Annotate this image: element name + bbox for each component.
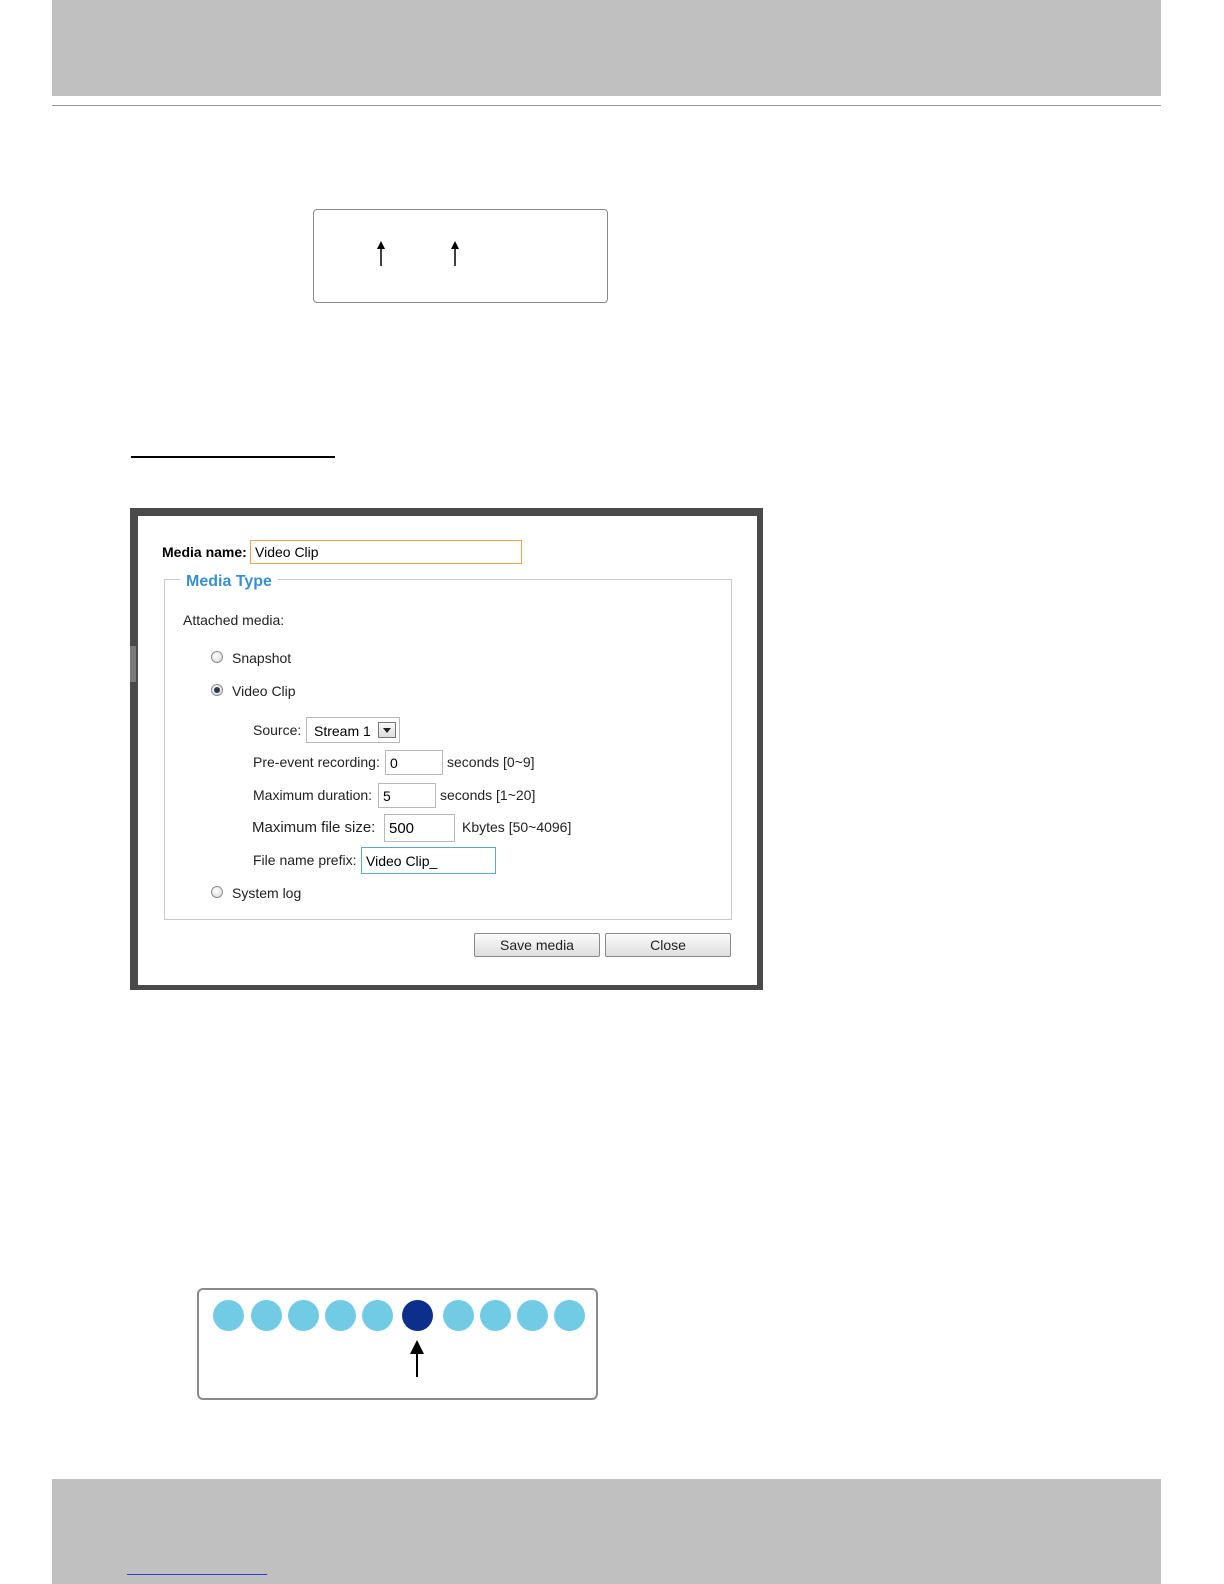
dot [288, 1300, 319, 1331]
max-duration-input[interactable] [378, 783, 436, 808]
max-file-size-unit: Kbytes [50~4096] [462, 819, 572, 835]
source-select-value: Stream 1 [314, 723, 371, 739]
attached-media-label: Attached media: [183, 612, 285, 628]
save-media-button[interactable]: Save media [474, 933, 600, 957]
file-prefix-label: File name prefix: [253, 852, 357, 868]
up-arrow-icon [410, 1340, 424, 1377]
snapshot-radio[interactable] [211, 651, 223, 663]
footer-link-underline[interactable] [127, 1574, 267, 1575]
max-file-size-label: Maximum file size: [252, 819, 376, 836]
dot [443, 1300, 474, 1331]
media-type-legend: Media Type [180, 573, 278, 591]
media-name-input[interactable] [250, 540, 522, 564]
dot [517, 1300, 548, 1331]
pre-event-unit: seconds [0~9] [447, 754, 535, 770]
dot [362, 1300, 393, 1331]
file-prefix-input[interactable] [361, 847, 496, 874]
video-clip-label[interactable]: Video Clip [232, 683, 296, 699]
media-dialog: Media name: Media Type Attached media: S… [138, 516, 757, 985]
source-label: Source: [253, 722, 302, 738]
snapshot-label[interactable]: Snapshot [232, 650, 291, 666]
section-heading-underline [131, 456, 335, 458]
system-log-label[interactable]: System log [232, 885, 301, 901]
media-name-label: Media name: [162, 544, 247, 560]
pre-event-input[interactable] [385, 750, 443, 775]
video-clip-radio[interactable] [211, 684, 223, 696]
dot [480, 1300, 511, 1331]
frame-edge-tab [130, 646, 136, 682]
max-duration-label: Maximum duration: [253, 787, 373, 803]
up-arrow-icon [377, 241, 385, 266]
page-footer-bar [52, 1479, 1161, 1584]
active-dot [402, 1300, 433, 1331]
dot [554, 1300, 585, 1331]
dot [325, 1300, 356, 1331]
pre-event-label: Pre-event recording: [253, 754, 380, 770]
dot [213, 1300, 244, 1331]
header-divider [52, 105, 1161, 106]
close-button[interactable]: Close [605, 933, 731, 957]
system-log-radio[interactable] [211, 886, 223, 898]
max-file-size-input[interactable] [384, 814, 455, 842]
page-header-bar [52, 0, 1161, 96]
up-arrow-icon [451, 241, 459, 266]
chevron-down-icon[interactable] [378, 722, 396, 738]
source-select[interactable]: Stream 1 [306, 717, 400, 743]
dot [251, 1300, 282, 1331]
max-duration-unit: seconds [1~20] [440, 787, 536, 803]
